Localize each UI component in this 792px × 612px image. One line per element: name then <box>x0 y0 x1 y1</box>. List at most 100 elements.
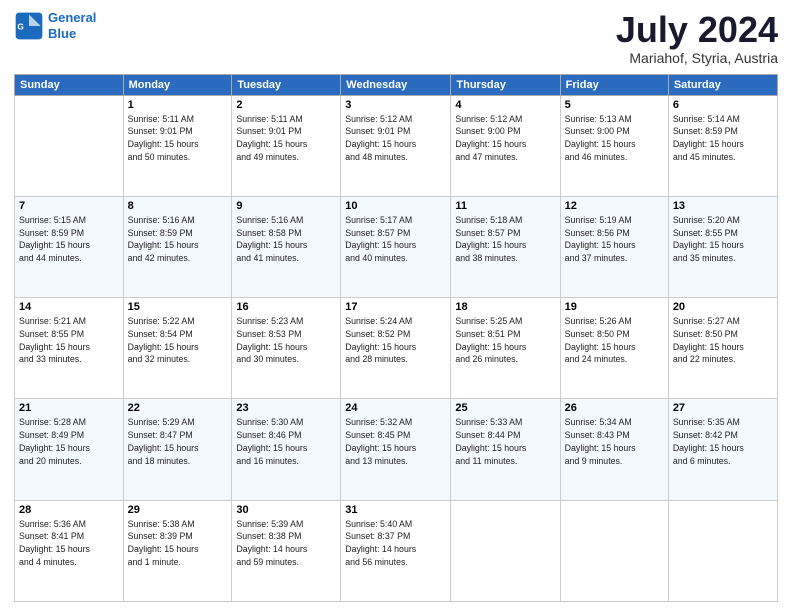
calendar-cell: 1 Sunrise: 5:11 AM Sunset: 9:01 PM Daylig… <box>123 95 232 196</box>
day-number: 2 <box>236 99 336 111</box>
calendar-cell: 30 Sunrise: 5:39 AM Sunset: 8:38 PM Dayli… <box>232 500 341 601</box>
calendar-cell: 16 Sunrise: 5:23 AM Sunset: 8:53 PM Dayli… <box>232 298 341 399</box>
day-info: Sunrise: 5:39 AM Sunset: 8:38 PM Dayligh… <box>236 518 336 569</box>
day-info: Sunrise: 5:14 AM Sunset: 8:59 PM Dayligh… <box>673 113 773 164</box>
day-number: 6 <box>673 99 773 111</box>
day-info: Sunrise: 5:26 AM Sunset: 8:50 PM Dayligh… <box>565 315 664 366</box>
calendar-cell: 10 Sunrise: 5:17 AM Sunset: 8:57 PM Dayli… <box>341 196 451 297</box>
svg-text:G: G <box>17 21 23 31</box>
calendar-cell: 25 Sunrise: 5:33 AM Sunset: 8:44 PM Dayli… <box>451 399 560 500</box>
logo-line2: Blue <box>48 26 76 41</box>
day-number: 17 <box>345 301 446 313</box>
day-number: 29 <box>128 504 228 516</box>
day-info: Sunrise: 5:17 AM Sunset: 8:57 PM Dayligh… <box>345 214 446 265</box>
calendar-header-tuesday: Tuesday <box>232 74 341 95</box>
day-info: Sunrise: 5:30 AM Sunset: 8:46 PM Dayligh… <box>236 416 336 467</box>
day-number: 28 <box>19 504 119 516</box>
day-number: 13 <box>673 200 773 212</box>
day-info: Sunrise: 5:11 AM Sunset: 9:01 PM Dayligh… <box>236 113 336 164</box>
day-info: Sunrise: 5:36 AM Sunset: 8:41 PM Dayligh… <box>19 518 119 569</box>
day-number: 31 <box>345 504 446 516</box>
calendar-cell: 28 Sunrise: 5:36 AM Sunset: 8:41 PM Dayli… <box>15 500 124 601</box>
day-number: 8 <box>128 200 228 212</box>
calendar-cell: 19Sunrise: 5:26 AM Sunset: 8:50 PM Dayli… <box>560 298 668 399</box>
calendar-cell: 17 Sunrise: 5:24 AM Sunset: 8:52 PM Dayli… <box>341 298 451 399</box>
month-title: July 2024 <box>616 10 778 50</box>
calendar-cell: 6 Sunrise: 5:14 AM Sunset: 8:59 PM Daylig… <box>668 95 777 196</box>
calendar-week-1: 1 Sunrise: 5:11 AM Sunset: 9:01 PM Daylig… <box>15 95 778 196</box>
day-number: 9 <box>236 200 336 212</box>
calendar-header-thursday: Thursday <box>451 74 560 95</box>
day-info: Sunrise: 5:16 AM Sunset: 8:59 PM Dayligh… <box>128 214 228 265</box>
calendar-header-saturday: Saturday <box>668 74 777 95</box>
calendar-cell <box>560 500 668 601</box>
calendar-header-wednesday: Wednesday <box>341 74 451 95</box>
calendar-cell: 12 Sunrise: 5:19 AM Sunset: 8:56 PM Dayli… <box>560 196 668 297</box>
day-info: Sunrise: 5:19 AM Sunset: 8:56 PM Dayligh… <box>565 214 664 265</box>
calendar-cell: 9 Sunrise: 5:16 AM Sunset: 8:58 PM Daylig… <box>232 196 341 297</box>
calendar-cell: 18Sunrise: 5:25 AM Sunset: 8:51 PM Dayli… <box>451 298 560 399</box>
day-number: 26 <box>565 402 664 414</box>
day-info: Sunrise: 5:33 AM Sunset: 8:44 PM Dayligh… <box>455 416 555 467</box>
day-info: Sunrise: 5:29 AM Sunset: 8:47 PM Dayligh… <box>128 416 228 467</box>
title-block: July 2024 Mariahof, Styria, Austria <box>616 10 778 66</box>
day-info: Sunrise: 5:21 AM Sunset: 8:55 PM Dayligh… <box>19 315 119 366</box>
day-number: 10 <box>345 200 446 212</box>
day-number: 15 <box>128 301 228 313</box>
day-info: Sunrise: 5:11 AM Sunset: 9:01 PM Dayligh… <box>128 113 228 164</box>
calendar-cell: 23Sunrise: 5:30 AM Sunset: 8:46 PM Dayli… <box>232 399 341 500</box>
calendar-cell: 29Sunrise: 5:38 AM Sunset: 8:39 PM Dayli… <box>123 500 232 601</box>
day-number: 11 <box>455 200 555 212</box>
day-number: 20 <box>673 301 773 313</box>
logo-line1: General <box>48 10 96 25</box>
day-info: Sunrise: 5:12 AM Sunset: 9:00 PM Dayligh… <box>455 113 555 164</box>
calendar-week-2: 7 Sunrise: 5:15 AM Sunset: 8:59 PM Daylig… <box>15 196 778 297</box>
calendar-cell <box>451 500 560 601</box>
day-info: Sunrise: 5:18 AM Sunset: 8:57 PM Dayligh… <box>455 214 555 265</box>
day-info: Sunrise: 5:34 AM Sunset: 8:43 PM Dayligh… <box>565 416 664 467</box>
day-number: 18 <box>455 301 555 313</box>
calendar-cell: 2 Sunrise: 5:11 AM Sunset: 9:01 PM Daylig… <box>232 95 341 196</box>
calendar-cell: 14Sunrise: 5:21 AM Sunset: 8:55 PM Dayli… <box>15 298 124 399</box>
day-info: Sunrise: 5:20 AM Sunset: 8:55 PM Dayligh… <box>673 214 773 265</box>
day-number: 30 <box>236 504 336 516</box>
day-info: Sunrise: 5:27 AM Sunset: 8:50 PM Dayligh… <box>673 315 773 366</box>
day-number: 21 <box>19 402 119 414</box>
calendar-cell: 22 Sunrise: 5:29 AM Sunset: 8:47 PM Dayli… <box>123 399 232 500</box>
calendar-cell: 20 Sunrise: 5:27 AM Sunset: 8:50 PM Dayli… <box>668 298 777 399</box>
day-info: Sunrise: 5:16 AM Sunset: 8:58 PM Dayligh… <box>236 214 336 265</box>
calendar-header-friday: Friday <box>560 74 668 95</box>
calendar-header-row: SundayMondayTuesdayWednesdayThursdayFrid… <box>15 74 778 95</box>
day-number: 25 <box>455 402 555 414</box>
calendar-cell: 8 Sunrise: 5:16 AM Sunset: 8:59 PM Daylig… <box>123 196 232 297</box>
day-number: 7 <box>19 200 119 212</box>
day-info: Sunrise: 5:15 AM Sunset: 8:59 PM Dayligh… <box>19 214 119 265</box>
day-number: 16 <box>236 301 336 313</box>
calendar-cell: 21Sunrise: 5:28 AM Sunset: 8:49 PM Dayli… <box>15 399 124 500</box>
calendar-cell: 15 Sunrise: 5:22 AM Sunset: 8:54 PM Dayli… <box>123 298 232 399</box>
day-number: 24 <box>345 402 446 414</box>
day-number: 22 <box>128 402 228 414</box>
header: G General Blue July 2024 Mariahof, Styri… <box>14 10 778 66</box>
logo-icon: G <box>14 11 44 41</box>
day-info: Sunrise: 5:22 AM Sunset: 8:54 PM Dayligh… <box>128 315 228 366</box>
day-info: Sunrise: 5:23 AM Sunset: 8:53 PM Dayligh… <box>236 315 336 366</box>
day-info: Sunrise: 5:32 AM Sunset: 8:45 PM Dayligh… <box>345 416 446 467</box>
calendar-header-monday: Monday <box>123 74 232 95</box>
calendar-header-sunday: Sunday <box>15 74 124 95</box>
calendar-cell: 26 Sunrise: 5:34 AM Sunset: 8:43 PM Dayli… <box>560 399 668 500</box>
calendar-table: SundayMondayTuesdayWednesdayThursdayFrid… <box>14 74 778 602</box>
logo: G General Blue <box>14 10 96 41</box>
calendar-cell: 4Sunrise: 5:12 AM Sunset: 9:00 PM Daylig… <box>451 95 560 196</box>
day-number: 1 <box>128 99 228 111</box>
calendar-cell: 31 Sunrise: 5:40 AM Sunset: 8:37 PM Dayli… <box>341 500 451 601</box>
day-info: Sunrise: 5:24 AM Sunset: 8:52 PM Dayligh… <box>345 315 446 366</box>
day-info: Sunrise: 5:40 AM Sunset: 8:37 PM Dayligh… <box>345 518 446 569</box>
day-number: 5 <box>565 99 664 111</box>
calendar-week-3: 14Sunrise: 5:21 AM Sunset: 8:55 PM Dayli… <box>15 298 778 399</box>
day-number: 3 <box>345 99 446 111</box>
day-info: Sunrise: 5:12 AM Sunset: 9:01 PM Dayligh… <box>345 113 446 164</box>
calendar-cell: 7 Sunrise: 5:15 AM Sunset: 8:59 PM Daylig… <box>15 196 124 297</box>
logo-text: General Blue <box>48 10 96 41</box>
day-number: 12 <box>565 200 664 212</box>
